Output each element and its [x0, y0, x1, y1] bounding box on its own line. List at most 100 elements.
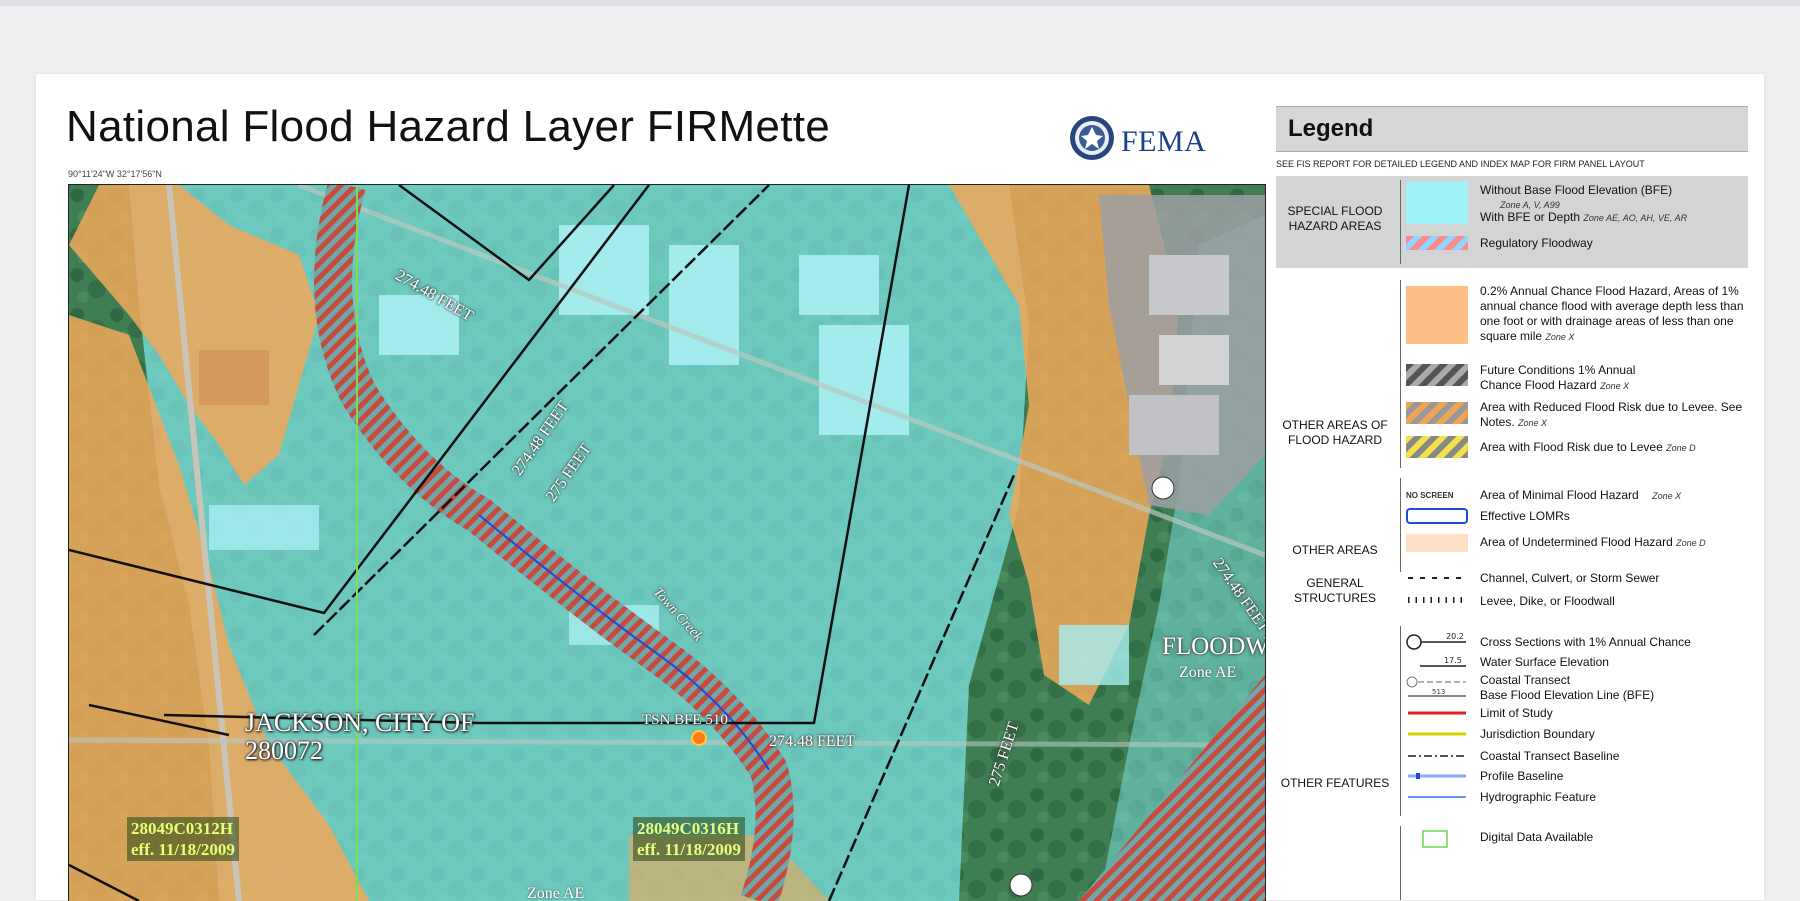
channel-culvert-symbol	[1408, 577, 1466, 579]
legend-item: Area of Minimal Flood Hazard Zone X	[1480, 488, 1681, 504]
legend-item-label: Area of Undetermined Flood Hazard	[1480, 535, 1673, 549]
map-coordinates: 90°11'24"W 32°17'56"N	[68, 169, 162, 179]
floodway-label: FLOODWAY	[1162, 633, 1266, 660]
legend-item: Area with Flood Risk due to Levee Zone D	[1480, 440, 1696, 456]
building	[209, 505, 319, 550]
bfe-point-marker[interactable]	[691, 730, 707, 746]
legend-category-other-areas: OTHER AREAS	[1292, 543, 1378, 557]
levee-dike-symbol	[1408, 597, 1466, 603]
legend-zone-text: Zone X	[1518, 418, 1548, 428]
legend-title: Legend	[1288, 115, 1374, 142]
firm-panel-number: 28049C0312H	[131, 819, 233, 838]
legend-header: Legend	[1276, 106, 1748, 152]
firm-panel-effective-date: eff. 11/18/2009	[637, 840, 741, 859]
community-name: JACKSON, CITY OF	[245, 708, 475, 737]
legend-divider	[1400, 180, 1401, 264]
legend-category-sfha: SPECIAL FLOOD HAZARD AREAS	[1287, 204, 1383, 233]
legend-zone-text: Zone X	[1545, 332, 1575, 342]
legend-item: Base Flood Elevation Line (BFE)	[1480, 688, 1655, 702]
building	[1059, 625, 1129, 685]
undetermined-hazard-swatch	[1406, 534, 1468, 552]
legend-category-other-features: OTHER FEATURES	[1280, 776, 1390, 790]
community-label: JACKSON, CITY OF 280072	[245, 709, 474, 765]
cross-section-marker[interactable]	[1009, 873, 1033, 897]
legend-divider	[1400, 626, 1401, 816]
bfe-label: 274.48 FEET	[769, 733, 856, 750]
firm-panel-number: 28049C0316H	[637, 819, 739, 838]
legend-category-general-structures: GENERAL STRUCTURES	[1293, 576, 1376, 605]
legend-item-label: 0.2% Annual Chance Flood Hazard, Areas o…	[1480, 284, 1744, 343]
zone-a-swatch	[1406, 182, 1468, 224]
legend-zone-text: Zone X	[1600, 381, 1630, 391]
zone-x-shaded-swatch	[1406, 286, 1468, 344]
fema-wordmark: FEMA	[1121, 125, 1207, 158]
bfe-line-value: 513	[1432, 688, 1445, 696]
legend-item-label: Area with Flood Risk due to Levee	[1480, 440, 1663, 454]
legend-divider	[1400, 826, 1401, 900]
legend-item: Regulatory Floodway	[1480, 236, 1593, 250]
firmette-sheet: National Flood Hazard Layer FIRMette 90°…	[36, 74, 1764, 901]
building	[1149, 255, 1229, 315]
limit-of-study-symbol	[1408, 711, 1466, 715]
legend-item-label: Area of Minimal Flood Hazard	[1480, 488, 1639, 502]
firm-panel-effective-date: eff. 11/18/2009	[131, 840, 235, 859]
legend-zone-text: Zone X	[1652, 491, 1682, 501]
legend-zone-text: Zone D	[1666, 443, 1696, 453]
hydrographic-feature-symbol	[1408, 796, 1466, 798]
regulatory-floodway-swatch	[1406, 236, 1468, 250]
building	[819, 325, 909, 435]
legend-item: Effective LOMRs	[1480, 509, 1570, 523]
water-surface-elevation-symbol: 17.5	[1420, 656, 1466, 667]
firm-panel-label[interactable]: 28049C0316H eff. 11/18/2009	[633, 817, 745, 861]
map-legend: Legend SEE FIS REPORT FOR DETAILED LEGEN…	[1276, 106, 1748, 900]
legend-item-label: With BFE or Depth	[1480, 210, 1581, 224]
cross-section-value: 20.2	[1446, 632, 1464, 641]
map-canvas	[69, 185, 1265, 901]
viewer-top-bar	[0, 0, 1800, 6]
legend-zone-text: Zone A, V, A99	[1500, 200, 1560, 210]
legend-item: Profile Baseline	[1480, 769, 1564, 783]
reduced-risk-levee-swatch	[1406, 402, 1468, 424]
building	[799, 255, 879, 315]
legend-category-other-flood-hazard: OTHER AREAS OF FLOOD HAZARD	[1282, 418, 1388, 447]
legend-item: Without Base Flood Elevation (BFE)	[1480, 183, 1672, 198]
flood-map[interactable]: JACKSON, CITY OF 280072 FLOODWAY Zone AE…	[68, 184, 1266, 901]
legend-item: 0.2% Annual Chance Flood Hazard, Areas o…	[1480, 284, 1746, 345]
no-screen-swatch: NO SCREEN	[1406, 491, 1454, 500]
legend-item: With BFE or Depth Zone AE, AO, AH, VE, A…	[1480, 210, 1687, 226]
legend-item: Water Surface Elevation	[1480, 655, 1609, 669]
water-surface-elevation-value: 17.5	[1444, 656, 1462, 665]
legend-item: Channel, Culvert, or Storm Sewer	[1480, 571, 1660, 585]
building	[199, 350, 269, 405]
cross-section-marker[interactable]	[1151, 476, 1175, 500]
legend-item-label: Without Base Flood Elevation (BFE)	[1480, 183, 1673, 197]
fema-logo: FEMA	[1069, 115, 1219, 165]
legend-divider	[1400, 280, 1401, 468]
legend-item: Future Conditions 1% Annual Chance Flood…	[1480, 363, 1680, 394]
firm-panel-label[interactable]: 28049C0312H eff. 11/18/2009	[127, 817, 239, 861]
jurisdiction-boundary-symbol	[1408, 732, 1466, 736]
legend-item: Area of Undetermined Flood Hazard Zone D	[1480, 535, 1706, 551]
building	[1159, 335, 1229, 385]
legend-zone-text: Zone AE, AO, AH, VE, AR	[1583, 213, 1688, 223]
zone-ae-label: Zone AE	[1179, 664, 1237, 681]
building	[1129, 395, 1219, 455]
document-title: National Flood Hazard Layer FIRMette	[66, 102, 831, 151]
legend-note: SEE FIS REPORT FOR DETAILED LEGEND AND I…	[1276, 159, 1645, 169]
legend-item: Coastal Transect Baseline	[1480, 749, 1620, 763]
legend-item: Limit of Study	[1480, 706, 1553, 720]
legend-item: Levee, Dike, or Floodwall	[1480, 594, 1615, 608]
digital-data-swatch	[1422, 830, 1448, 848]
cross-section-symbol: 20.2	[1406, 632, 1466, 650]
lomr-swatch	[1406, 508, 1468, 524]
legend-item: Area with Reduced Flood Risk due to Leve…	[1480, 400, 1746, 431]
legend-divider	[1400, 478, 1401, 572]
legend-item: Digital Data Available	[1480, 830, 1594, 844]
community-number: 280072	[245, 736, 323, 765]
legend-zone-text: Zone D	[1676, 538, 1706, 548]
coastal-baseline-symbol	[1408, 755, 1466, 757]
zone-ae-label-south: Zone AE	[527, 885, 585, 901]
dhs-seal-icon	[1070, 116, 1114, 160]
future-conditions-swatch	[1406, 364, 1468, 386]
profile-baseline-symbol	[1408, 773, 1466, 779]
